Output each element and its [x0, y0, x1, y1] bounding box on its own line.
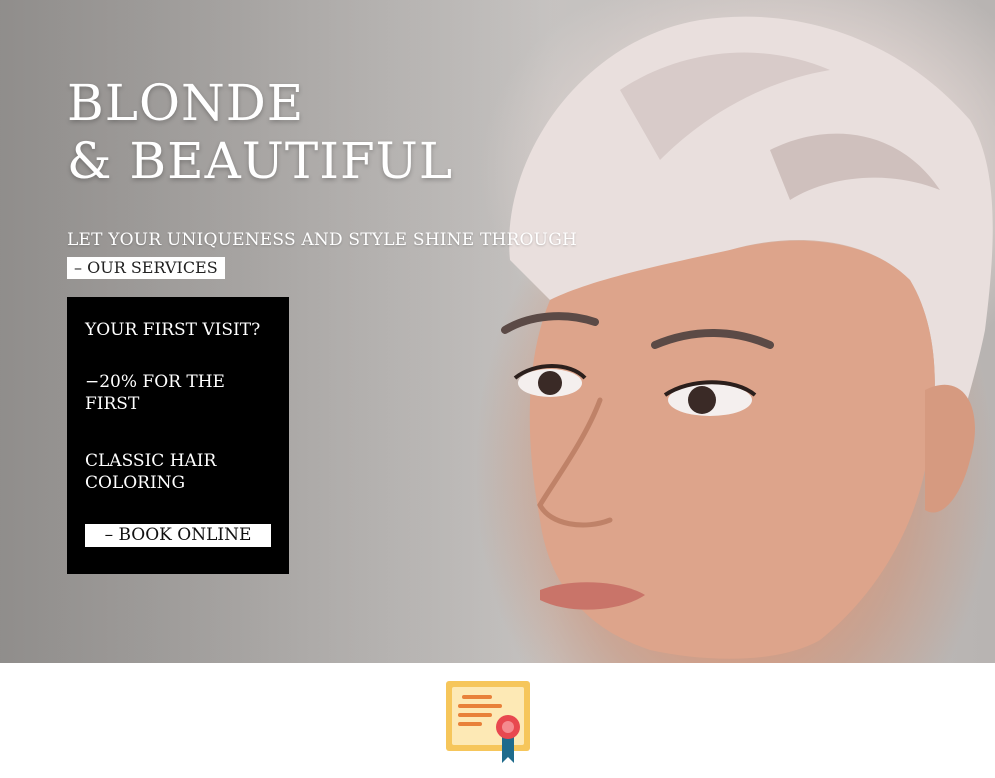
hero-subtitle: LET YOUR UNIQUENESS AND STYLE SHINE THRO… [67, 230, 578, 250]
promo-discount: −20% FOR THE FIRST [85, 372, 225, 414]
hero-section: BLONDE & BEAUTIFUL LET YOUR UNIQUENESS A… [0, 0, 995, 663]
our-services-link[interactable]: – OUR SERVICES [67, 257, 225, 279]
hero-title: BLONDE & BEAUTIFUL [67, 74, 453, 190]
hero-title-line-2: & BEAUTIFUL [67, 132, 454, 190]
hero-portrait-image [501, 16, 993, 659]
certificate-icon [446, 681, 530, 763]
promo-question: YOUR FIRST VISIT? [85, 320, 261, 340]
first-visit-promo-box: YOUR FIRST VISIT? −20% FOR THE FIRST CLA… [67, 297, 289, 574]
hero-title-line-1: BLONDE [67, 74, 305, 132]
features-section [0, 663, 995, 778]
book-online-button[interactable]: – BOOK ONLINE [85, 524, 271, 547]
promo-service: CLASSIC HAIR COLORING [85, 451, 217, 493]
